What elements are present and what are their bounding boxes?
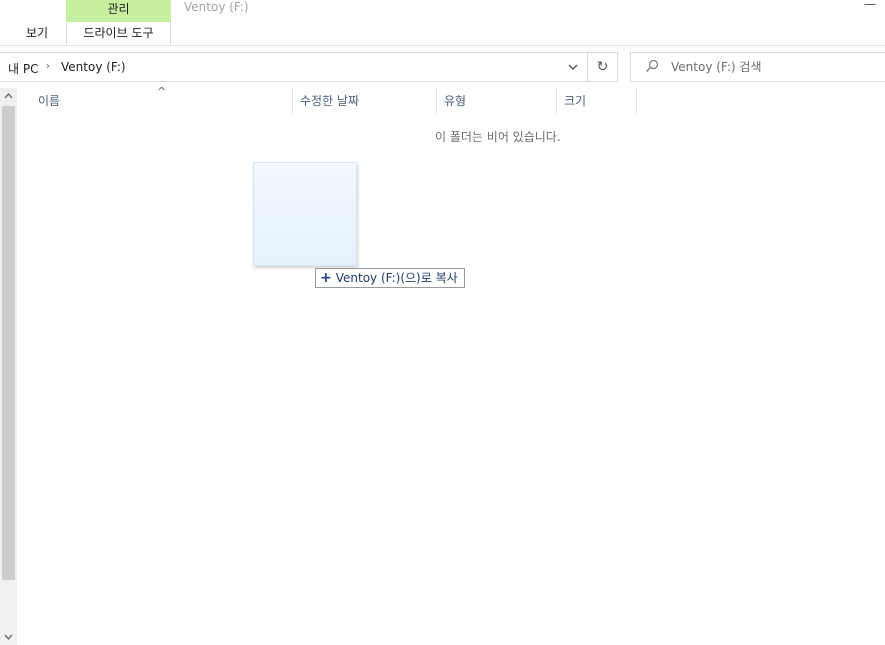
search-icon — [645, 59, 659, 75]
search-box[interactable] — [630, 52, 885, 82]
chevron-down-icon[interactable] — [560, 53, 586, 81]
tab-view[interactable]: 보기 — [14, 22, 60, 45]
drag-copy-tooltip: + Ventoy (F:)(으)로 복사 — [315, 268, 465, 288]
scroll-down-icon[interactable] — [0, 631, 17, 645]
sort-ascending-icon: ^ — [157, 85, 167, 98]
column-header-type[interactable]: 유형 — [436, 88, 557, 115]
scroll-up-icon[interactable] — [0, 88, 17, 106]
vertical-scrollbar[interactable] — [0, 88, 17, 645]
empty-folder-message: 이 폴더는 비어 있습니다. — [435, 130, 561, 144]
column-header-size[interactable]: 크기 — [556, 88, 637, 115]
refresh-icon[interactable]: ↻ — [587, 53, 617, 81]
column-header-date-modified[interactable]: 수정한 날짜 — [292, 88, 437, 115]
address-bar[interactable]: 내 PC › Ventoy (F:) ↻ — [0, 52, 618, 82]
drag-preview-thumbnail — [253, 162, 357, 266]
context-tab-group-manage[interactable]: 관리 — [66, 0, 171, 22]
drag-tooltip-text: Ventoy (F:)(으)로 복사 — [335, 271, 458, 285]
ribbon: 관리 Ventoy (F:) — 보기 드라이브 도구 — [0, 0, 885, 46]
scroll-thumb[interactable] — [2, 106, 15, 580]
breadcrumb-drive[interactable]: Ventoy (F:) — [61, 60, 126, 74]
search-input[interactable] — [671, 59, 871, 75]
tab-drive-tools[interactable]: 드라이브 도구 — [66, 22, 171, 45]
breadcrumb-this-pc[interactable]: 내 PC — [8, 60, 38, 77]
plus-icon: + — [320, 270, 332, 286]
window-title: Ventoy (F:) — [184, 0, 249, 14]
minimize-button[interactable]: — — [860, 0, 880, 14]
breadcrumb-separator-icon[interactable]: › — [46, 61, 50, 72]
